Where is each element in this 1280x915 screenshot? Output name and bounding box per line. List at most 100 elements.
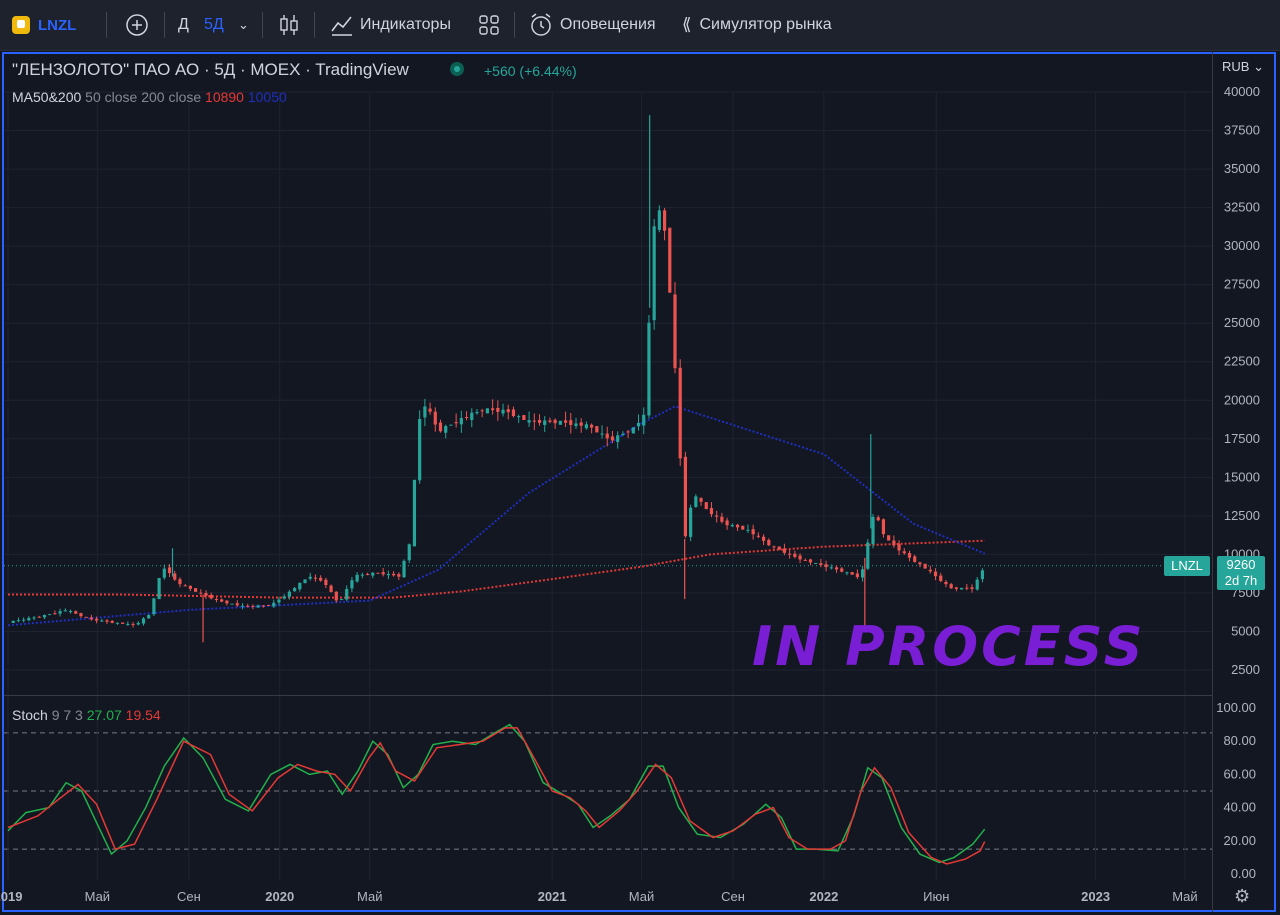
price-tick-label: 15000 xyxy=(1224,469,1260,484)
candle-body xyxy=(277,599,281,603)
stoch-tick-label: 40.00 xyxy=(1223,800,1256,815)
candle-body xyxy=(418,419,422,481)
in-process-overlay: IN PROCESS xyxy=(752,615,1146,678)
candle-body xyxy=(751,529,755,535)
market-status-icon[interactable] xyxy=(450,62,464,76)
candle-body xyxy=(162,568,166,578)
candle-body xyxy=(975,579,979,590)
candle-body xyxy=(954,587,958,589)
candle-body xyxy=(464,417,469,419)
candle-body xyxy=(79,613,83,617)
candle-body xyxy=(704,502,708,510)
candle-body xyxy=(256,605,260,608)
candle-body xyxy=(131,624,135,626)
time-tick-label: 2022 xyxy=(809,889,838,904)
candle-body xyxy=(100,620,104,622)
candle-body xyxy=(324,579,328,586)
candle-body xyxy=(225,600,229,604)
ma-legend[interactable]: MA50&200 50 close 200 close 10890 10050 xyxy=(12,89,287,105)
time-tick-label: Сен xyxy=(721,889,745,904)
last-price-symbol-tag: LNZL xyxy=(1164,556,1210,576)
candle-body xyxy=(689,507,693,537)
candle-body xyxy=(266,604,271,606)
candle-body xyxy=(584,424,589,429)
price-tick-label: 40000 xyxy=(1224,84,1260,99)
candle-body xyxy=(261,605,265,607)
candle-body xyxy=(470,412,474,420)
candle-body xyxy=(590,424,594,428)
candle-body xyxy=(605,433,609,439)
candle-body xyxy=(287,591,291,597)
pane-separator[interactable] xyxy=(4,695,1212,696)
candle-body xyxy=(730,525,734,527)
candle-body xyxy=(204,592,208,596)
candle-body xyxy=(772,546,776,548)
price-tick-label: 37500 xyxy=(1224,123,1260,138)
candle-body xyxy=(506,409,510,413)
candle-body xyxy=(423,406,427,418)
candle-body xyxy=(543,420,547,425)
candle-body xyxy=(339,599,344,601)
time-tick-label: 2019 xyxy=(0,889,22,904)
time-tick-label: Май xyxy=(357,889,382,904)
candle-body xyxy=(412,479,417,547)
candle-body xyxy=(683,456,688,537)
candle-body xyxy=(928,569,932,572)
price-tick-label: 22500 xyxy=(1224,354,1260,369)
candle-body xyxy=(574,423,578,426)
candle-body xyxy=(595,426,599,433)
grid-lines xyxy=(4,91,1212,880)
candle-body xyxy=(621,433,625,435)
candle-body xyxy=(840,568,844,572)
candle-body xyxy=(657,210,661,230)
candle-body xyxy=(428,408,432,412)
candle-body xyxy=(444,426,448,433)
price-change: +560 (+6.44%) xyxy=(484,63,577,79)
currency-label: RUB xyxy=(1222,59,1250,74)
candle-body xyxy=(491,408,495,411)
candle-body xyxy=(298,582,302,590)
candle-body xyxy=(63,610,67,612)
chart-title: "ЛЕНЗОЛОТО" ПАО АО · 5Д · MOEX · Trading… xyxy=(12,60,409,79)
candle-body xyxy=(475,411,479,414)
time-tick-label: 2020 xyxy=(265,889,294,904)
candle-body xyxy=(563,420,568,423)
candle-body xyxy=(553,419,557,424)
price-tick-label: 27500 xyxy=(1224,277,1260,292)
candle-body xyxy=(678,367,682,459)
candle-body xyxy=(16,620,21,622)
candle-body xyxy=(37,616,41,618)
candle-body xyxy=(855,573,859,578)
stoch-legend[interactable]: Stoch 9 7 3 27.07 19.54 xyxy=(12,707,161,723)
ma50-line xyxy=(8,539,985,599)
candle-body xyxy=(209,594,213,599)
candle-body xyxy=(193,588,198,592)
candle-body xyxy=(511,409,516,417)
candle-body xyxy=(438,422,443,432)
ma50-value: 10890 xyxy=(205,89,244,105)
candle-body xyxy=(959,587,964,590)
candle-body xyxy=(980,570,985,580)
candle-body xyxy=(913,556,917,562)
candle-body xyxy=(673,294,677,369)
bar-countdown: 2d 7h xyxy=(1224,573,1258,588)
chart-canvas[interactable]: 40000 37500 35000 32500 30000 27500 25000 22500… xyxy=(0,0,1280,915)
candle-body xyxy=(365,573,370,575)
time-tick-label: Июн xyxy=(923,889,949,904)
time-tick-label: Май xyxy=(1172,889,1197,904)
candle-body xyxy=(887,535,891,541)
candle-body xyxy=(293,588,297,592)
candle-body xyxy=(579,422,583,426)
candle-body xyxy=(616,435,620,442)
candle-body xyxy=(892,540,896,546)
price-tick-label: 2500 xyxy=(1231,662,1260,677)
candle-body xyxy=(459,418,463,425)
settings-gear-icon[interactable]: ⚙ xyxy=(1234,886,1250,907)
price-tick-label: 30000 xyxy=(1224,238,1260,253)
candle-body xyxy=(329,585,333,592)
candle-body xyxy=(522,415,526,421)
candle-body xyxy=(449,424,453,426)
currency-selector[interactable]: RUB ⌄ xyxy=(1222,59,1264,75)
candle-body xyxy=(350,580,354,589)
candle-body xyxy=(105,620,109,622)
